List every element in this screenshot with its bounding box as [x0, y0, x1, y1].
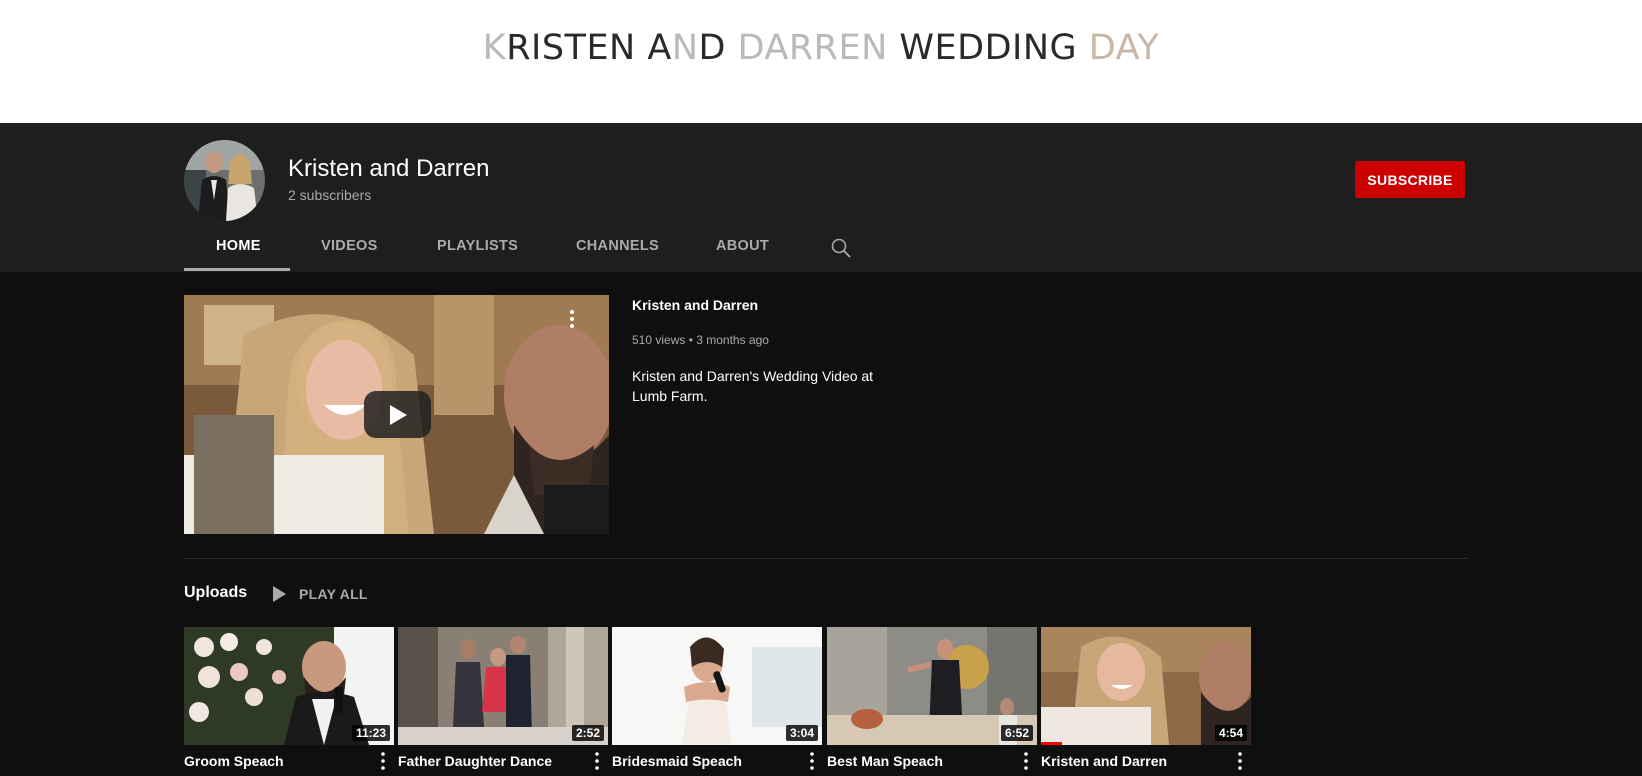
tab-channels[interactable]: CHANNELS: [576, 238, 659, 254]
video-title[interactable]: Best Man Speach: [827, 753, 943, 769]
video-duration: 4:54: [1214, 725, 1247, 741]
banner-title: KRISTEN AND DARREN WEDDING DAY: [0, 28, 1642, 68]
banner-title-part: DARREN: [737, 28, 888, 68]
banner-title-part: DAY: [1088, 28, 1160, 68]
featured-video-description: Kristen and Darren's Wedding Video at Lu…: [632, 368, 874, 404]
subscriber-count: 2 subscribers: [288, 187, 372, 203]
banner-title-part: WEDDING: [887, 28, 1089, 68]
banner-title-part: N: [671, 28, 699, 68]
more-vert-icon[interactable]: [591, 751, 603, 771]
watch-progress-bar: [1041, 742, 1062, 745]
video-duration: 6:52: [1000, 725, 1033, 741]
tab-videos[interactable]: VIDEOS: [321, 238, 378, 254]
tab-playlists[interactable]: PLAYLISTS: [437, 238, 518, 254]
uploads-section-title[interactable]: Uploads: [184, 584, 247, 602]
video-thumbnail[interactable]: 3:04: [612, 627, 822, 745]
more-vert-icon[interactable]: [1234, 751, 1246, 771]
banner-title-part: K: [482, 28, 507, 68]
banner-title-part: D: [698, 28, 738, 68]
video-title[interactable]: Kristen and Darren: [1041, 753, 1167, 769]
video-duration: 2:52: [571, 725, 604, 741]
tab-home[interactable]: HOME: [216, 238, 261, 254]
active-tab-indicator: [184, 268, 290, 271]
banner-title-part: RISTEN A: [506, 28, 672, 68]
video-duration: 3:04: [785, 725, 818, 741]
play-all-label: PLAY ALL: [299, 586, 368, 602]
video-duration: 11:23: [351, 725, 390, 741]
video-thumbnail[interactable]: 11:23: [184, 627, 394, 745]
search-icon[interactable]: [830, 237, 852, 259]
featured-video-title[interactable]: Kristen and Darren: [632, 297, 758, 313]
play-icon: [390, 405, 407, 425]
tab-about[interactable]: ABOUT: [716, 238, 769, 254]
video-title[interactable]: Groom Speach: [184, 753, 284, 769]
video-title[interactable]: Father Daughter Dance: [398, 753, 552, 769]
more-vert-icon[interactable]: [1020, 751, 1032, 771]
video-thumbnail[interactable]: 2:52: [398, 627, 608, 745]
channel-name: Kristen and Darren: [288, 155, 490, 182]
featured-video-meta: 510 views • 3 months ago: [632, 333, 769, 347]
play-button[interactable]: [364, 391, 431, 438]
video-title[interactable]: Bridesmaid Speach: [612, 753, 742, 769]
more-vert-icon[interactable]: [564, 309, 580, 329]
channel-banner: KRISTEN AND DARREN WEDDING DAY: [0, 0, 1642, 123]
subscribe-button[interactable]: SUBSCRIBE: [1355, 161, 1465, 198]
section-divider: [184, 558, 1468, 559]
video-thumbnail[interactable]: 6:52: [827, 627, 1037, 745]
video-thumbnail[interactable]: 4:54: [1041, 627, 1251, 745]
play-icon: [273, 586, 286, 602]
more-vert-icon[interactable]: [806, 751, 818, 771]
channel-avatar[interactable]: [184, 140, 265, 221]
more-vert-icon[interactable]: [377, 751, 389, 771]
